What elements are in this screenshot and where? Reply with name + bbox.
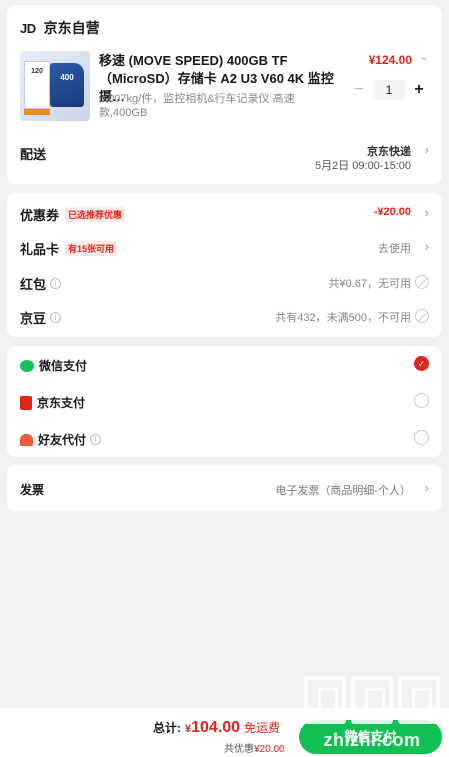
total-label: 总计: — [153, 721, 181, 735]
coupon-row[interactable]: 优惠券 已选推荐优惠 -¥20.00 › — [7, 196, 442, 230]
radio-button[interactable] — [414, 430, 429, 445]
payment-label: 好友代付 — [38, 433, 87, 447]
product-spec: 0.007kg/件，监控相机&行车记录仪 高速款,400GB — [99, 93, 295, 119]
info-icon[interactable]: i — [50, 312, 62, 323]
watermark-text: zhizhi.com — [323, 730, 421, 750]
watermark-glyph — [398, 676, 440, 724]
jd-beans-row: 京豆 i 共有432，未满500，不可用 — [7, 299, 442, 333]
jd-beans-label: 京豆 — [20, 311, 47, 326]
gift-card-value: 去使用 — [378, 243, 411, 255]
payment-option-friend[interactable]: 好友代付 i — [7, 420, 442, 457]
info-icon[interactable]: i — [50, 278, 62, 289]
coupon-label: 优惠券 — [20, 208, 60, 223]
unavailable-icon — [415, 275, 429, 289]
shop-header[interactable]: JD 京东自营 — [20, 18, 100, 38]
product-box-image: 120 — [24, 61, 50, 109]
chevron-right-icon: › — [424, 480, 429, 495]
chevron-right-icon: › — [424, 205, 429, 220]
chevron-right-icon: › — [424, 239, 429, 254]
quantity-input[interactable]: 1 — [373, 80, 405, 100]
quantity-stepper: − 1 + — [349, 80, 429, 100]
red-packet-value: 共¥0.67，无可用 — [328, 278, 411, 290]
order-item-card: JD 京东自营 120 400 移速 (MOVE SPEED) 400GB TF… — [7, 5, 442, 184]
payment-methods-card: 微信支付 ✓ 京东支付 好友代付 i — [7, 346, 442, 457]
total-amount: 104.00 — [191, 719, 241, 736]
product-thumbnail[interactable]: 120 400 — [20, 51, 90, 121]
gift-card-row[interactable]: 礼品卡 有15张可用 去使用 › — [7, 230, 442, 264]
saved-label: 共优惠 — [224, 744, 254, 755]
info-icon[interactable]: i — [90, 434, 102, 445]
payment-label: 微信支付 — [39, 359, 88, 373]
chevron-right-icon[interactable]: › — [425, 142, 429, 157]
order-total: 总计: ¥104.00 免运费 — [153, 719, 280, 737]
payment-option-jdpay[interactable]: 京东支付 — [7, 383, 442, 420]
product-price: ¥124.00 — [368, 53, 412, 67]
saved-value: ¥20.00 — [254, 744, 285, 755]
jd-logo: JD — [20, 20, 36, 36]
watermark-glyph — [304, 676, 346, 724]
coupon-tag: 已选推荐优惠 — [65, 207, 126, 222]
friend-pay-icon — [20, 433, 33, 446]
invoice-value: 电子发票（商品明细-个人） — [275, 485, 411, 497]
radio-button[interactable] — [414, 393, 429, 408]
gift-card-label: 礼品卡 — [20, 242, 60, 257]
discounts-card: 优惠券 已选推荐优惠 -¥20.00 › 礼品卡 有15张可用 去使用 › 红包… — [7, 193, 442, 337]
payment-option-wechat[interactable]: 微信支付 ✓ — [7, 346, 442, 383]
delivery-label: 配送 — [20, 147, 47, 162]
product-box-stripe — [24, 109, 50, 115]
red-packet-row: 红包 i 共¥0.67，无可用 — [7, 265, 442, 299]
jd-beans-value: 共有432，未满500，不可用 — [275, 312, 411, 324]
payment-label: 京东支付 — [37, 396, 86, 410]
shipping-note: 免运费 — [244, 721, 281, 735]
delivery-time[interactable]: 5月2日 09:00-15:00 — [315, 157, 411, 173]
shop-name: 京东自营 — [43, 20, 100, 36]
invoice-label: 发票 — [20, 483, 45, 497]
watermark-glyph — [351, 676, 393, 724]
increase-button[interactable]: + — [409, 81, 429, 99]
coupon-value: -¥20.00 — [373, 206, 411, 218]
saved-amount: 共优惠¥20.00 — [224, 740, 285, 755]
site-watermark: zhizhi.com — [298, 676, 446, 756]
unavailable-icon — [415, 309, 429, 323]
decrease-button[interactable]: − — [349, 81, 369, 99]
gift-card-tag: 有15张可用 — [65, 241, 118, 256]
wechat-pay-icon — [20, 359, 34, 372]
sd-card-image: 400 — [50, 63, 84, 107]
chevron-down-icon[interactable]: ⌄ — [420, 50, 429, 63]
red-packet-label: 红包 — [20, 277, 47, 292]
checkmark-icon[interactable]: ✓ — [414, 356, 429, 371]
invoice-row[interactable]: 发票 电子发票（商品明细-个人） › — [7, 465, 442, 511]
jd-pay-icon — [20, 395, 32, 410]
